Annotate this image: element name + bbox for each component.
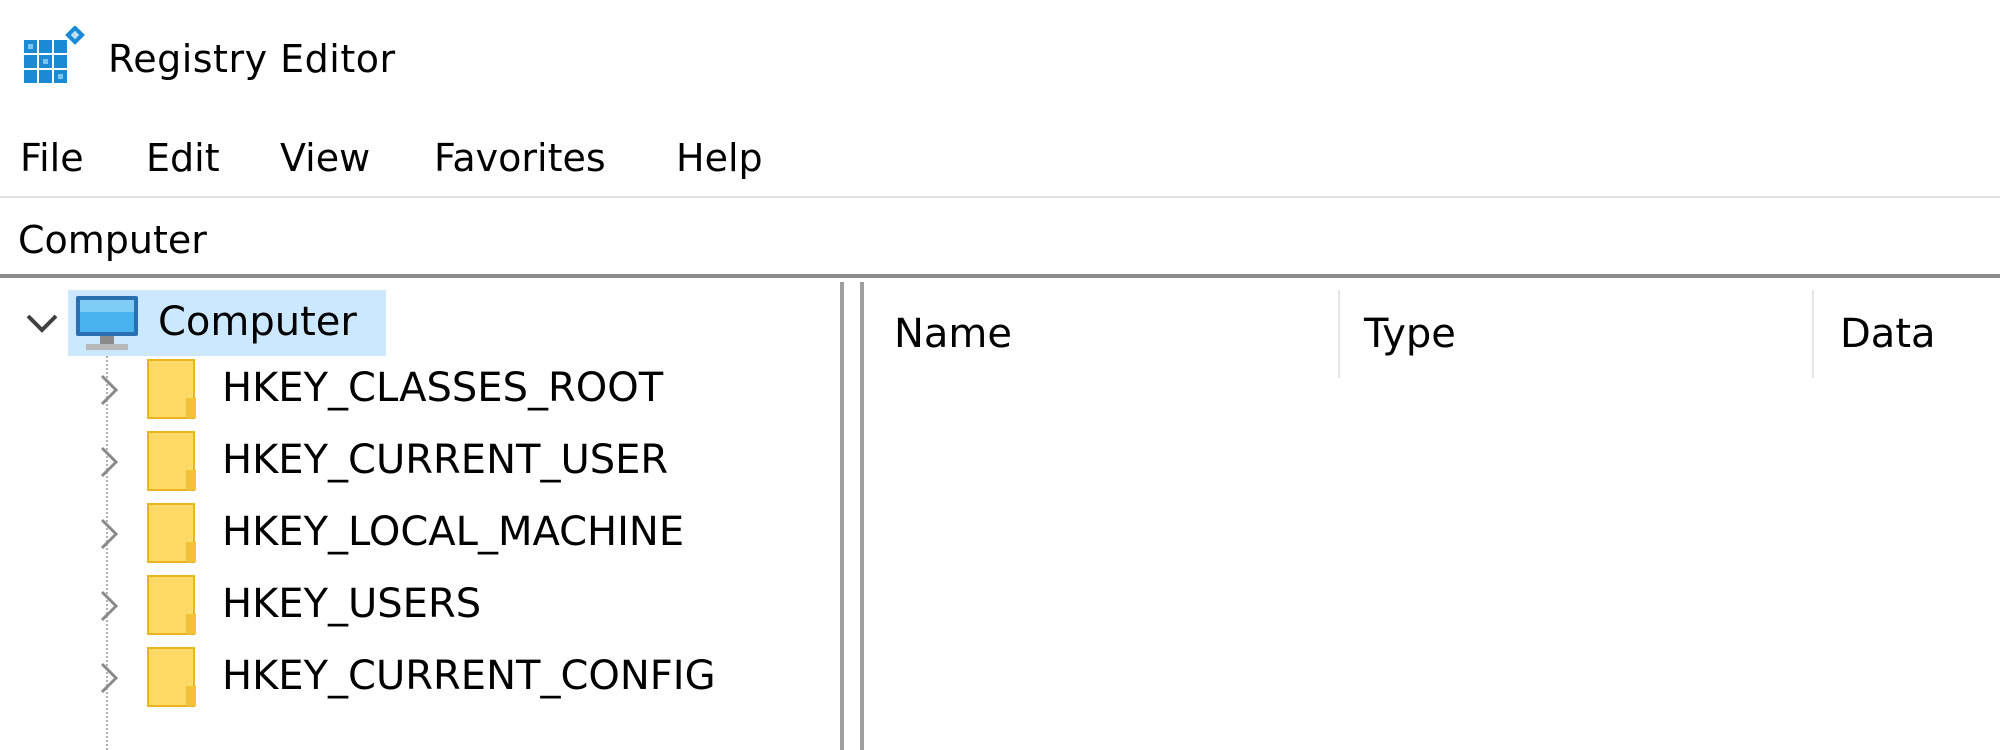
tree-label-hkey-classes-root: HKEY_CLASSES_ROOT [222,365,664,411]
folder-icon [147,647,196,707]
menu-favorites[interactable]: Favorites [434,126,606,190]
menu-separator [0,196,2000,198]
computer-icon [76,296,138,350]
tree-item-computer[interactable]: Computer [0,282,840,356]
chevron-right-icon[interactable] [88,514,128,554]
chevron-down-icon[interactable] [22,304,62,344]
chevron-right-icon[interactable] [88,370,128,410]
folder-icon [147,575,196,635]
menu-file[interactable]: File [20,126,84,190]
chevron-right-icon[interactable] [88,586,128,626]
chevron-right-icon[interactable] [88,658,128,698]
registry-editor-icon [24,26,85,83]
tree-label-hkey-current-user: HKEY_CURRENT_USER [222,437,669,483]
title-bar[interactable]: Registry Editor [0,0,2000,118]
column-divider[interactable] [1812,290,1814,378]
folder-icon [147,431,196,491]
registry-editor-window: Registry Editor File Edit View Favorites… [0,0,2000,750]
column-header-name[interactable]: Name [894,290,1012,378]
column-header-type[interactable]: Type [1364,290,1456,378]
tree-label-computer: Computer [158,299,357,345]
tree-item-hkey-users[interactable]: HKEY_USERS [0,570,840,640]
folder-icon [147,359,196,419]
chevron-right-icon[interactable] [88,442,128,482]
values-list-pane[interactable]: Name Type Data [864,282,2000,750]
tree-label-hkey-current-config: HKEY_CURRENT_CONFIG [222,653,716,699]
tree-item-hkey-current-config[interactable]: HKEY_CURRENT_CONFIG [0,642,840,712]
window-title: Registry Editor [108,37,396,81]
column-header-data[interactable]: Data [1840,290,1936,378]
address-path[interactable]: Computer [18,208,207,272]
pane-splitter[interactable] [840,282,864,750]
menu-edit[interactable]: Edit [146,126,220,190]
column-divider[interactable] [1338,290,1340,378]
tree-pane[interactable]: Computer HKEY_CLASSES_ROOT HKEY_CURRENT_… [0,282,840,750]
tree-label-hkey-users: HKEY_USERS [222,581,482,627]
tree-item-hkey-local-machine[interactable]: HKEY_LOCAL_MACHINE [0,498,840,568]
menu-help[interactable]: Help [676,126,763,190]
tree-item-hkey-current-user[interactable]: HKEY_CURRENT_USER [0,426,840,496]
tree-label-hkey-local-machine: HKEY_LOCAL_MACHINE [222,509,685,555]
menu-view[interactable]: View [280,126,370,190]
folder-icon [147,503,196,563]
address-bar[interactable]: Computer [0,200,2000,278]
tree-item-hkey-classes-root[interactable]: HKEY_CLASSES_ROOT [0,354,840,424]
